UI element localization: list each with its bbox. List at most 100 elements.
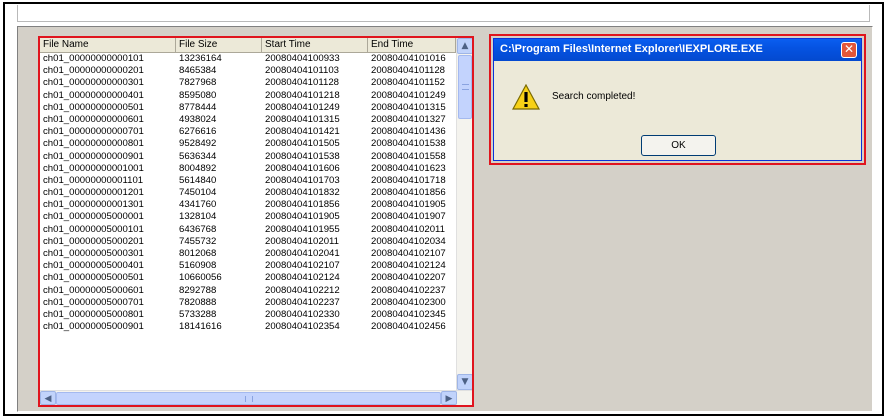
dialog-titlebar[interactable]: C:\Program Files\Internet Explorer\IEXPL…: [494, 39, 861, 61]
table-row[interactable]: ch01_00000005000401 5160908 20080404102107…: [40, 260, 456, 272]
table-cell: 6436768: [179, 223, 217, 235]
table-row[interactable]: ch01_00000000000501 8778444 20080404101249…: [40, 102, 456, 114]
table-cell: 5160908: [179, 260, 217, 272]
horizontal-scroll-thumb[interactable]: [56, 392, 441, 405]
table-cell: ch01_00000000000701: [43, 126, 144, 138]
column-header-start-time[interactable]: Start Time: [262, 38, 368, 53]
table-row[interactable]: ch01_00000000000201 8465384 20080404101103…: [40, 65, 456, 77]
table-cell: ch01_00000000000901: [43, 150, 144, 162]
table-cell: 20080404102124: [371, 260, 446, 272]
table-cell: 20080404101128: [371, 65, 445, 77]
column-header-file-name[interactable]: File Name: [40, 38, 176, 53]
table-cell: ch01_00000000001101: [43, 174, 144, 186]
file-list-highlight: File Name File Size Start Time End Time …: [38, 36, 474, 407]
close-icon: ✕: [843, 42, 855, 56]
table-cell: 20080404101907: [371, 211, 446, 223]
table-cell: 20080404101538: [371, 138, 446, 150]
table-cell: 20080404101436: [371, 126, 446, 138]
horizontal-scrollbar[interactable]: ◀ ▶: [40, 390, 472, 405]
table-row[interactable]: ch01_00000005000101 6436768 20080404101955…: [40, 224, 456, 236]
dialog-message: Search completed!: [552, 91, 636, 102]
table-cell: 20080404101905: [265, 211, 340, 223]
table-cell: ch01_00000005000701: [43, 296, 144, 308]
table-cell: 20080404101315: [265, 113, 340, 125]
chevron-up-icon: ▲: [461, 41, 469, 51]
column-header-file-size[interactable]: File Size: [176, 38, 262, 53]
table-cell: 20080404102124: [265, 272, 340, 284]
vertical-scrollbar[interactable]: ▲ ▼: [456, 38, 472, 390]
table-cell: 20080404101856: [265, 199, 340, 211]
table-cell: ch01_00000005000001: [43, 211, 144, 223]
table-row[interactable]: ch01_00000000000701 6276616 20080404101421…: [40, 126, 456, 138]
table-cell: ch01_00000000001001: [43, 162, 144, 174]
table-cell: ch01_00000000000201: [43, 65, 144, 77]
table-row[interactable]: ch01_00000000001301 4341760 20080404101856…: [40, 199, 456, 211]
chevron-left-icon: ◀: [44, 394, 52, 404]
table-cell: ch01_00000005000301: [43, 248, 144, 259]
table-cell: 4938024: [179, 113, 217, 125]
table-row[interactable]: ch01_00000005000301 8012068 20080404102041…: [40, 248, 456, 260]
table-cell: ch01_00000000000501: [43, 101, 144, 113]
table-row[interactable]: ch01_00000005000501 10660056 2008040410212…: [40, 272, 456, 284]
grip-icon: [462, 84, 469, 90]
table-cell: 20080404101538: [265, 150, 340, 162]
table-cell: 13236164: [179, 53, 222, 64]
close-button[interactable]: ✕: [841, 42, 857, 58]
table-cell: 20080404102300: [371, 296, 446, 308]
scroll-right-button[interactable]: ▶: [441, 391, 457, 405]
table-cell: 7450104: [179, 187, 217, 199]
table-cell: 20080404101218: [265, 89, 340, 101]
table-row[interactable]: ch01_00000005000201 7455732 20080404102011…: [40, 236, 456, 248]
vertical-scroll-thumb[interactable]: [458, 55, 472, 119]
table-cell: ch01_00000005000601: [43, 284, 144, 296]
file-list[interactable]: File Name File Size Start Time End Time …: [40, 38, 472, 405]
table-cell: 7820888: [179, 296, 217, 308]
column-header-end-time[interactable]: End Time: [368, 38, 456, 53]
table-cell: 20080404102107: [265, 260, 340, 272]
table-cell: 20080404102354: [265, 321, 340, 333]
table-cell: 7827968: [179, 77, 217, 89]
table-cell: 20080404101606: [265, 162, 340, 174]
table-cell: 20080404102041: [265, 248, 340, 259]
table-cell: 5636344: [179, 150, 217, 162]
table-cell: 1328104: [179, 211, 217, 223]
table-cell: 20080404102207: [371, 272, 446, 284]
table-cell: 10660056: [179, 272, 222, 284]
table-row[interactable]: ch01_00000005000601 8292788 20080404102212…: [40, 285, 456, 297]
table-cell: 20080404102212: [265, 284, 340, 296]
table-row[interactable]: ch01_00000005000701 7820888 20080404102237…: [40, 297, 456, 309]
scroll-left-button[interactable]: ◀: [40, 391, 56, 405]
table-cell: 18141616: [179, 321, 222, 333]
table-cell: 8595080: [179, 89, 217, 101]
table-row[interactable]: ch01_00000005000001 1328104 20080404101905…: [40, 211, 456, 223]
table-cell: ch01_00000000000301: [43, 77, 144, 89]
table-row[interactable]: ch01_00000005000801 5733288 20080404102330…: [40, 309, 456, 321]
table-row[interactable]: ch01_00000005000901 18141616 2008040410235…: [40, 321, 456, 333]
table-cell: 20080404102456: [371, 321, 446, 333]
table-cell: 20080404102345: [371, 308, 446, 320]
table-cell: 20080404101718: [371, 174, 446, 186]
table-row[interactable]: ch01_00000000000601 4938024 20080404101315…: [40, 114, 456, 126]
table-row[interactable]: ch01_00000000001201 7450104 20080404101832…: [40, 187, 456, 199]
table-cell: ch01_00000005000501: [43, 272, 144, 284]
scroll-up-button[interactable]: ▲: [457, 38, 472, 54]
table-row[interactable]: ch01_00000000000801 9528492 20080404101505…: [40, 138, 456, 150]
table-cell: ch01_00000005000101: [43, 223, 144, 235]
table-cell: 20080404102330: [265, 308, 340, 320]
table-cell: ch01_00000005000201: [43, 235, 144, 247]
table-row[interactable]: ch01_00000000001101 5614840 20080404101703…: [40, 175, 456, 187]
table-cell: 20080404100933: [265, 53, 340, 64]
table-cell: 20080404101327: [371, 113, 446, 125]
scroll-down-button[interactable]: ▼: [457, 374, 472, 390]
file-list-rows: ch01_00000000000101 13236164 2008040410093…: [40, 53, 456, 390]
table-cell: 8012068: [179, 248, 217, 259]
table-row[interactable]: ch01_00000000001001 8004892 20080404101606…: [40, 163, 456, 175]
table-cell: ch01_00000000000401: [43, 89, 144, 101]
table-row[interactable]: ch01_00000000000901 5636344 20080404101538…: [40, 151, 456, 163]
ok-button[interactable]: OK: [641, 135, 716, 156]
table-row[interactable]: ch01_00000000000401 8595080 20080404101218…: [40, 90, 456, 102]
table-cell: 5614840: [179, 174, 217, 186]
table-row[interactable]: ch01_00000000000301 7827968 20080404101128…: [40, 77, 456, 89]
table-row[interactable]: ch01_00000000000101 13236164 2008040410093…: [40, 53, 456, 65]
table-cell: 4341760: [179, 199, 217, 211]
